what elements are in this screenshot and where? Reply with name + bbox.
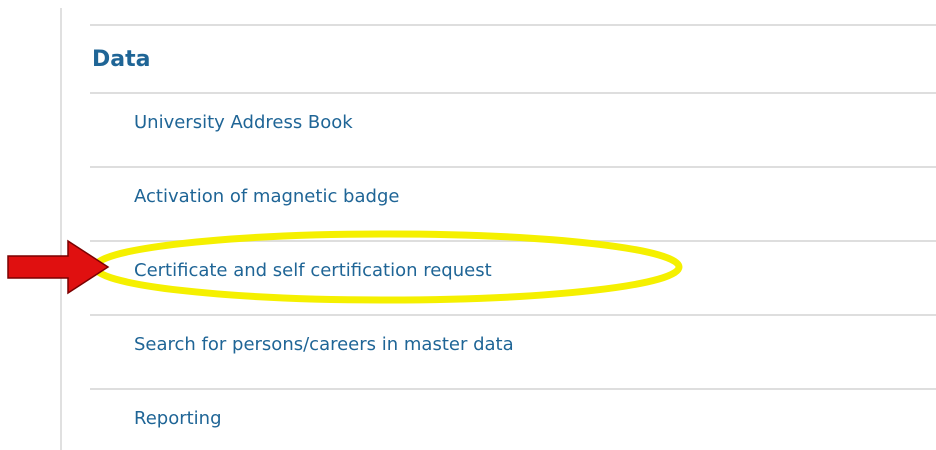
- menu-item-label: Reporting: [134, 408, 222, 429]
- menu-item-label: Certificate and self certification reque…: [134, 260, 492, 281]
- section-title: Data: [90, 26, 936, 94]
- menu-item-label: Activation of magnetic badge: [134, 186, 400, 207]
- menu-item-activation-of-magnetic-badge[interactable]: Activation of magnetic badge: [90, 168, 936, 242]
- left-divider: [60, 8, 62, 450]
- menu-item-label: University Address Book: [134, 112, 353, 133]
- menu-item-university-address-book[interactable]: University Address Book: [90, 94, 936, 168]
- menu-item-label: Search for persons/careers in master dat…: [134, 334, 514, 355]
- data-menu-panel: Data University Address Book Activation …: [90, 24, 936, 450]
- menu-item-reporting[interactable]: Reporting: [90, 390, 936, 450]
- menu-item-certificate-request[interactable]: Certificate and self certification reque…: [90, 242, 936, 316]
- menu-item-search-persons-careers[interactable]: Search for persons/careers in master dat…: [90, 316, 936, 390]
